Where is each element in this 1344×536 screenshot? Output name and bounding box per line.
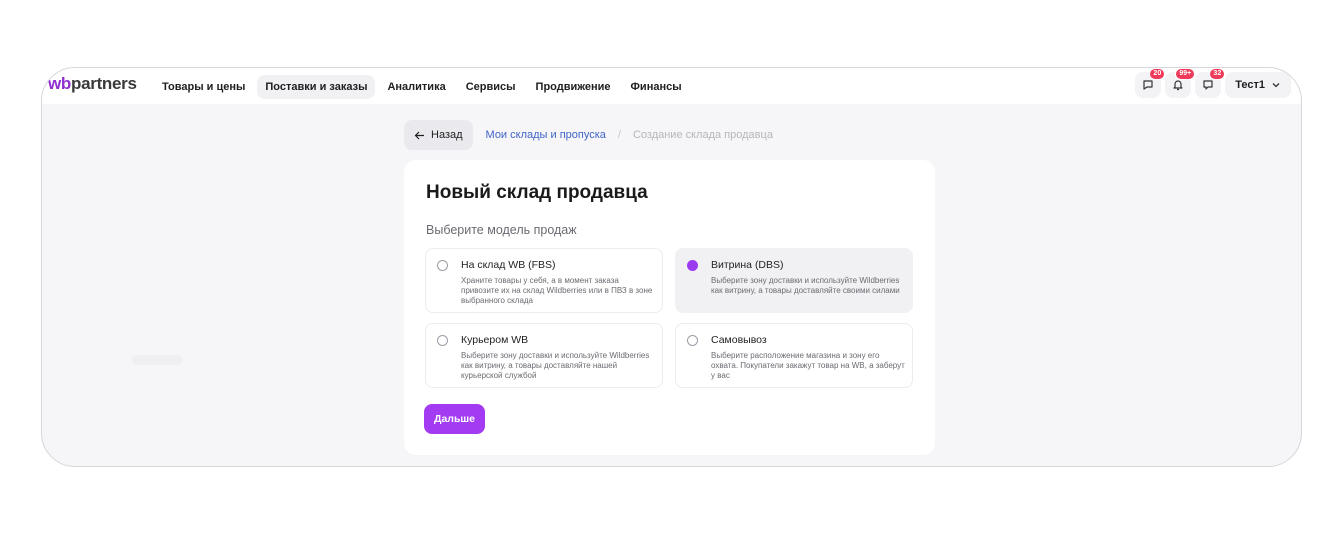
- radio-fbs[interactable]: [437, 260, 448, 271]
- breadcrumb-warehouses-link[interactable]: Мои склады и пропуска: [486, 129, 606, 141]
- notifications-badge: 99+: [1175, 68, 1196, 80]
- bell-icon: [1173, 80, 1183, 91]
- option-fbs[interactable]: На склад WB (FBS) Храните товары у себя,…: [425, 248, 663, 313]
- header-tools: 20 99+ 32 Тест1: [1135, 68, 1291, 98]
- user-name: Тест1: [1235, 79, 1265, 91]
- radio-dbs[interactable]: [687, 260, 698, 271]
- back-button[interactable]: Назад: [404, 120, 473, 150]
- option-title: Самовывоз: [711, 334, 767, 346]
- arrow-left-icon: [414, 131, 424, 139]
- nav-item-supplies-orders[interactable]: Поставки и заказы: [257, 75, 376, 99]
- radio-courier-wb[interactable]: [437, 335, 448, 346]
- option-dbs[interactable]: Витрина (DBS) Выберите зону доставки и и…: [675, 248, 913, 313]
- chat-icon: [1143, 80, 1153, 90]
- breadcrumb-current: Создание склада продавца: [632, 129, 773, 141]
- wbpartners-logo[interactable]: wbpartners: [48, 74, 137, 94]
- create-warehouse-card: Новый склад продавца Выберите модель про…: [404, 160, 935, 455]
- option-title: Витрина (DBS): [711, 259, 784, 271]
- nav-item-services[interactable]: Сервисы: [458, 75, 524, 99]
- page-title: Новый склад продавца: [426, 182, 648, 203]
- app-window: wbpartners Товары и цены Поставки и зака…: [41, 67, 1302, 467]
- sales-model-heading: Выберите модель продаж: [426, 223, 577, 237]
- option-description: Выберите зону доставки и используйте Wil…: [711, 276, 900, 295]
- breadcrumb-separator: /: [617, 129, 621, 141]
- option-description: Храните товары у себя, а в момент заказа…: [461, 276, 653, 305]
- option-description: Выберите расположение магазина и зону ег…: [711, 351, 905, 380]
- support-chat-icon: [1203, 80, 1213, 90]
- option-description: Выберите зону доставки и используйте Wil…: [461, 351, 650, 380]
- breadcrumb: Назад Мои склады и пропуска / Создание с…: [404, 120, 773, 150]
- option-courier-wb[interactable]: Курьером WB Выберите зону доставки и исп…: [425, 323, 663, 388]
- nav-item-analytics[interactable]: Аналитика: [379, 75, 453, 99]
- main-nav: Товары и цены Поставки и заказы Аналитик…: [154, 75, 690, 99]
- radio-pickup[interactable]: [687, 335, 698, 346]
- option-title: На склад WB (FBS): [461, 259, 556, 271]
- notifications-button[interactable]: 99+: [1165, 68, 1196, 98]
- chat-badge: 20: [1149, 68, 1166, 80]
- option-pickup[interactable]: Самовывоз Выберите расположение магазина…: [675, 323, 913, 388]
- option-title: Курьером WB: [461, 334, 529, 346]
- nav-item-promotion[interactable]: Продвижение: [528, 75, 619, 99]
- top-navigation-bar: wbpartners Товары и цены Поставки и зака…: [42, 68, 1301, 104]
- nav-item-products-prices[interactable]: Товары и цены: [154, 75, 253, 99]
- nav-item-finance[interactable]: Финансы: [623, 75, 690, 99]
- next-button[interactable]: Дальше: [424, 404, 485, 434]
- placeholder-block: [132, 355, 182, 365]
- chat-button[interactable]: 20: [1135, 68, 1166, 98]
- support-badge: 32: [1209, 68, 1226, 80]
- support-button[interactable]: 32: [1195, 68, 1226, 98]
- user-menu[interactable]: Тест1: [1225, 72, 1291, 98]
- back-button-label: Назад: [431, 129, 463, 141]
- chevron-down-icon: [1272, 83, 1280, 88]
